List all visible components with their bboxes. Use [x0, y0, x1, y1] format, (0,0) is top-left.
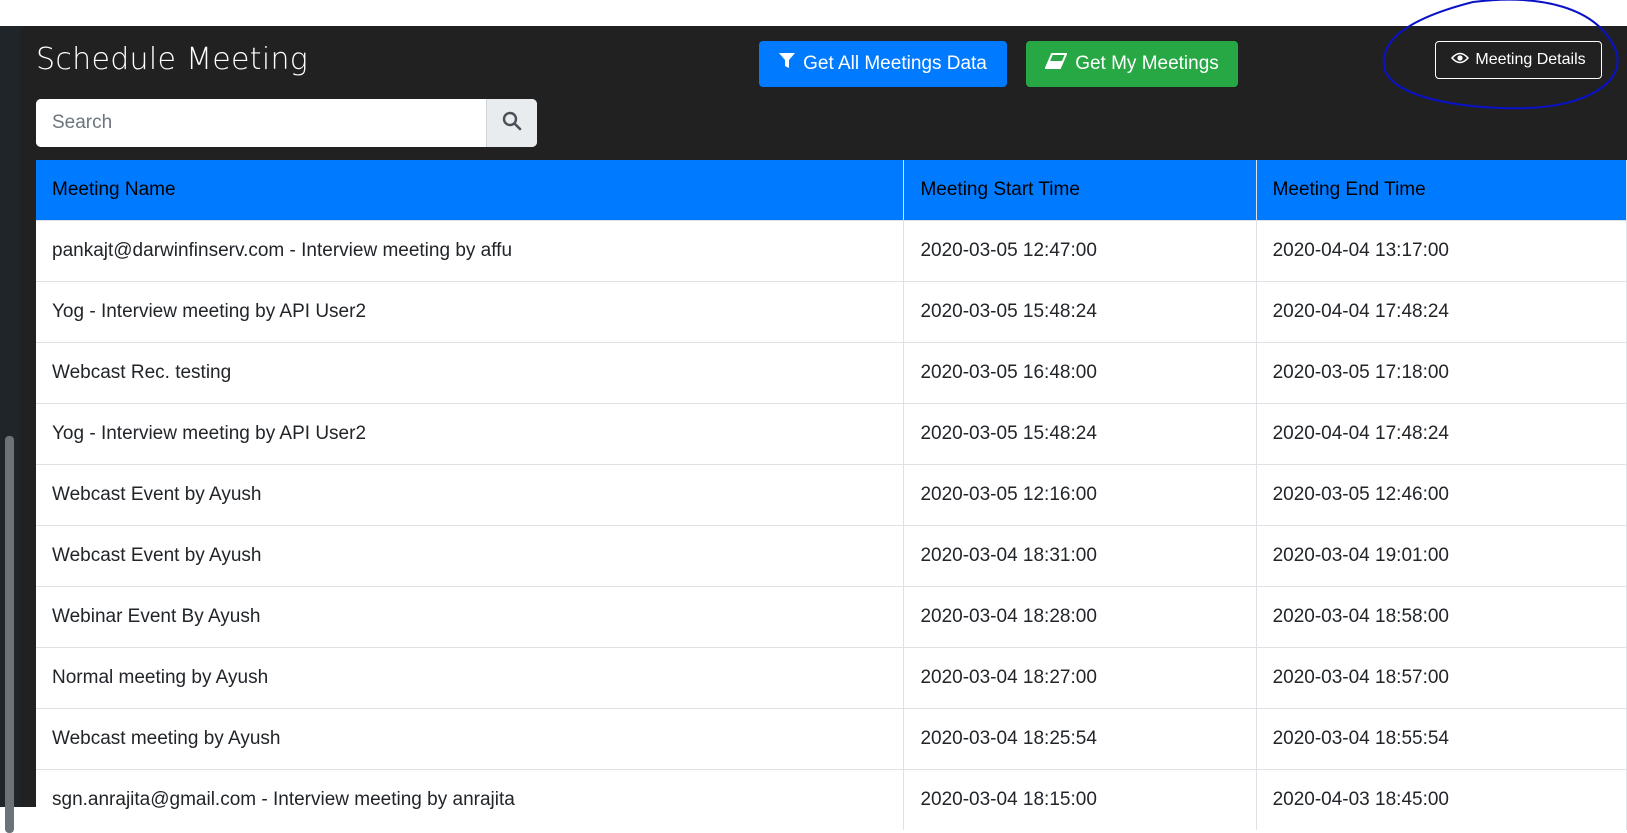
meeting-name-cell: Yog - Interview meeting by API User2 — [36, 403, 905, 465]
get-my-meetings-button[interactable]: Get My Meetings — [1026, 41, 1238, 87]
meeting-start-cell: 2020-03-04 18:28:00 — [903, 586, 1257, 648]
meeting-start-cell: 2020-03-04 18:27:00 — [903, 647, 1257, 709]
get-my-meetings-label: Get My Meetings — [1075, 53, 1219, 74]
meeting-name-cell: Normal meeting by Ayush — [36, 647, 905, 709]
search-group — [36, 99, 537, 147]
meeting-start-cell: 2020-03-04 18:25:54 — [903, 708, 1257, 770]
meeting-end-cell: 2020-04-04 13:17:00 — [1256, 220, 1627, 282]
table-row[interactable]: Yog - Interview meeting by API User2 202… — [36, 403, 1627, 465]
table-row[interactable]: Webcast Event by Ayush 2020-03-05 12:16:… — [36, 464, 1627, 526]
left-scroll-track — [0, 26, 20, 833]
meeting-name-cell: Webcast Rec. testing — [36, 342, 905, 404]
meeting-start-cell: 2020-03-05 16:48:00 — [903, 342, 1257, 404]
table-row[interactable]: Webcast meeting by Ayush 2020-03-04 18:2… — [36, 708, 1627, 770]
table-row[interactable]: Yog - Interview meeting by API User2 202… — [36, 281, 1627, 343]
get-all-meetings-label: Get All Meetings Data — [803, 53, 987, 74]
meeting-name-cell: Webcast Event by Ayush — [36, 464, 905, 526]
meeting-end-cell: 2020-03-04 18:57:00 — [1256, 647, 1627, 709]
table-row[interactable]: Webcast Rec. testing 2020-03-05 16:48:00… — [36, 342, 1627, 404]
meeting-name-cell: Yog - Interview meeting by API User2 — [36, 281, 905, 343]
meeting-end-cell: 2020-04-03 18:45:00 — [1256, 769, 1627, 830]
header-meeting-name[interactable]: Meeting Name — [36, 160, 905, 221]
meeting-name-cell: Webcast Event by Ayush — [36, 525, 905, 587]
meetings-table: Meeting Name Meeting Start Time Meeting … — [36, 160, 1627, 830]
table-row[interactable]: sgn.anrajita@gmail.com - Interview meeti… — [36, 769, 1627, 830]
meeting-name-cell: Webinar Event By Ayush — [36, 586, 905, 648]
table-header-row: Meeting Name Meeting Start Time Meeting … — [36, 160, 1627, 221]
meeting-end-cell: 2020-03-04 18:55:54 — [1256, 708, 1627, 770]
header-meeting-end-time[interactable]: Meeting End Time — [1256, 160, 1627, 221]
meeting-start-cell: 2020-03-05 12:47:00 — [903, 220, 1257, 282]
eraser-icon — [1044, 53, 1068, 75]
meeting-details-button[interactable]: Meeting Details — [1435, 41, 1602, 79]
meeting-end-cell: 2020-04-04 17:48:24 — [1256, 281, 1627, 343]
get-all-meetings-button[interactable]: Get All Meetings Data — [759, 41, 1007, 87]
meeting-end-cell: 2020-03-05 17:18:00 — [1256, 342, 1627, 404]
table-row[interactable]: pankajt@darwinfinserv.com - Interview me… — [36, 220, 1627, 282]
meeting-start-cell: 2020-03-04 18:15:00 — [903, 769, 1257, 830]
meeting-end-cell: 2020-03-04 18:58:00 — [1256, 586, 1627, 648]
meeting-name-cell: sgn.anrajita@gmail.com - Interview meeti… — [36, 769, 905, 830]
meeting-end-cell: 2020-04-04 17:48:24 — [1256, 403, 1627, 465]
header-meeting-start-time[interactable]: Meeting Start Time — [903, 160, 1257, 221]
filter-icon — [779, 52, 796, 76]
meeting-name-cell: Webcast meeting by Ayush — [36, 708, 905, 770]
eye-icon — [1451, 51, 1470, 69]
page-title: Schedule Meeting — [36, 42, 309, 77]
meeting-end-cell: 2020-03-04 19:01:00 — [1256, 525, 1627, 587]
meeting-end-cell: 2020-03-05 12:46:00 — [1256, 464, 1627, 526]
scrollbar-thumb[interactable] — [5, 436, 14, 833]
table-row[interactable]: Normal meeting by Ayush 2020-03-04 18:27… — [36, 647, 1627, 709]
schedule-meeting-panel: Schedule Meeting Get All Meetings Data — [20, 0, 1627, 830]
meeting-start-cell: 2020-03-04 18:31:00 — [903, 525, 1257, 587]
meeting-start-cell: 2020-03-05 12:16:00 — [903, 464, 1257, 526]
meeting-start-cell: 2020-03-05 15:48:24 — [903, 403, 1257, 465]
table-row[interactable]: Webcast Event by Ayush 2020-03-04 18:31:… — [36, 525, 1627, 587]
search-icon — [502, 111, 522, 136]
search-button[interactable] — [486, 99, 537, 147]
meeting-name-cell: pankajt@darwinfinserv.com - Interview me… — [36, 220, 905, 282]
meeting-details-label: Meeting Details — [1475, 51, 1586, 68]
table-row[interactable]: Webinar Event By Ayush 2020-03-04 18:28:… — [36, 586, 1627, 648]
meeting-start-cell: 2020-03-05 15:48:24 — [903, 281, 1257, 343]
top-bar — [0, 0, 1627, 26]
search-input[interactable] — [36, 99, 486, 147]
